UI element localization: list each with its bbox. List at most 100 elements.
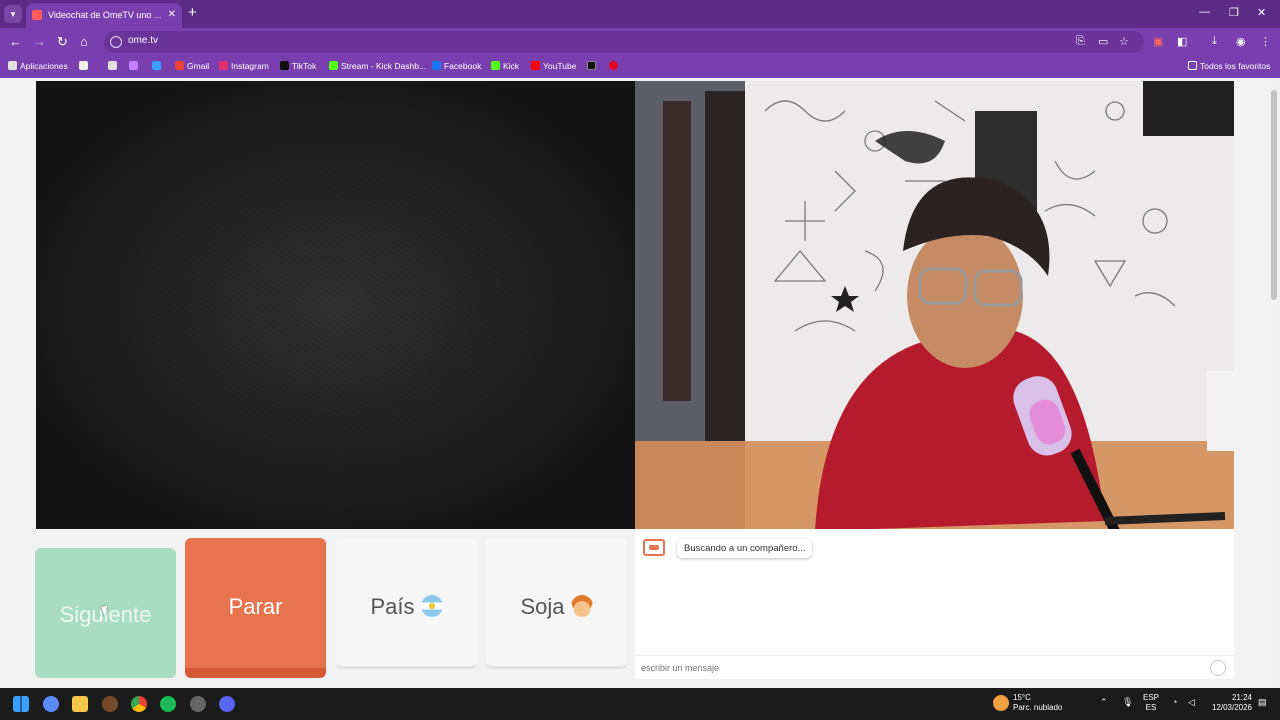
chrome-icon[interactable] — [131, 696, 147, 712]
back-icon[interactable]: ← — [9, 34, 22, 50]
facebook-icon — [432, 61, 441, 70]
bookmark-star-icon[interactable]: ☆ — [1119, 35, 1129, 48]
windows-start-icon[interactable] — [13, 696, 29, 712]
spotify-icon[interactable] — [160, 696, 176, 712]
app-icon[interactable] — [102, 696, 118, 712]
restore-icon[interactable]: ❐ — [1229, 6, 1239, 19]
kick-icon — [491, 61, 500, 70]
gender-filter-button[interactable]: Soja — [486, 538, 627, 669]
chat-input-area — [635, 655, 1234, 679]
bookmark-x[interactable] — [587, 61, 599, 71]
page-scrollbar[interactable] — [1268, 78, 1280, 688]
kick-icon — [329, 61, 338, 70]
bookmarks-bar: Aplicaciones Gmail Instagram TikTok Stre… — [0, 56, 1280, 78]
bookmark-edge[interactable] — [152, 61, 164, 71]
reload-icon[interactable]: ↻ — [57, 34, 68, 50]
clock-date: 12/03/2026 — [1211, 703, 1252, 712]
photo-icon — [108, 61, 117, 70]
bookmark-kick-dashboard[interactable]: Stream - Kick Dashb... — [329, 61, 426, 71]
emoji-icon[interactable] — [1210, 660, 1226, 676]
address-bar[interactable]: ome.tv — [104, 31, 1144, 53]
copilot-icon[interactable] — [43, 696, 59, 712]
chat-message-input[interactable] — [641, 659, 1201, 677]
minimize-icon[interactable]: — — [1199, 6, 1210, 18]
bookmark-tiktok[interactable]: TikTok — [280, 61, 316, 71]
bookmark-gmail[interactable]: Gmail — [175, 61, 209, 71]
browser-toolbar: ← → ↻ ⌂ ome.tv ⎘ ▭ ☆ ▣ ◧ ⤓ ◉ ⋮ — [0, 28, 1280, 56]
close-window-icon[interactable]: ✕ — [1257, 6, 1266, 19]
discord-icon[interactable] — [219, 696, 235, 712]
bookmark-hub[interactable] — [129, 61, 141, 71]
show-hidden-icons-icon[interactable]: ⌃ — [1100, 697, 1108, 708]
bookmark-apps[interactable]: Aplicaciones — [8, 61, 68, 71]
home-icon[interactable]: ⌂ — [80, 34, 88, 50]
edge-icon — [152, 61, 161, 70]
translate-icon[interactable]: ⎘ — [1076, 35, 1085, 48]
folder-icon — [1188, 61, 1197, 70]
gmail-icon — [175, 61, 184, 70]
new-tab-button[interactable]: + — [188, 4, 197, 22]
system-clock[interactable]: 21:24 12/03/2026 — [1208, 693, 1252, 713]
apps-grid-icon — [8, 61, 17, 70]
tab-title: Videochat de OmeTV uno ... — [48, 10, 162, 20]
file-explorer-icon[interactable] — [72, 696, 88, 712]
searching-partner-message: Buscando a un compañero... — [677, 539, 813, 558]
argentina-flag-icon — [420, 595, 443, 617]
weather-description: Parc. nublado — [1013, 703, 1063, 712]
browser-tab-bar: ▾ Videochat de OmeTV uno ... ✕ + — ❐ ✕ — [0, 0, 1280, 28]
country-button-label: País — [370, 594, 415, 619]
notifications-icon[interactable]: ▤ — [1258, 697, 1267, 708]
youtube-icon — [531, 61, 540, 70]
chat-panel: Buscando a un compañero... — [635, 529, 1234, 679]
download-icon[interactable]: ⤓ — [1212, 35, 1217, 48]
hub-icon — [129, 61, 138, 70]
language-indicator[interactable]: ESP ES — [1143, 693, 1159, 713]
ometv-page: Siguiente Parar País Soja Buscando a un … — [0, 78, 1280, 688]
profile-avatar-icon[interactable]: ◉ — [1236, 35, 1246, 48]
menu-kebab-icon[interactable]: ⋮ — [1260, 35, 1271, 48]
pdf-extension-icon[interactable]: ▣ — [1153, 35, 1163, 48]
tab-search-button[interactable]: ▾ — [4, 5, 22, 23]
ometv-logo-icon — [643, 539, 665, 556]
stop-button[interactable]: Parar — [185, 538, 326, 678]
obs-icon[interactable] — [190, 696, 206, 712]
forward-icon[interactable]: → — [33, 34, 46, 50]
bookmark-facebook[interactable]: Facebook — [432, 61, 481, 71]
bookmark-photo[interactable] — [108, 61, 120, 71]
extensions-icon[interactable]: ◧ — [1177, 35, 1187, 48]
bookmark-pinterest[interactable] — [609, 61, 621, 71]
clock-time: 21:24 — [1231, 693, 1252, 702]
own-webcam-video — [635, 81, 1234, 529]
bookmark-kick[interactable]: Kick — [491, 61, 519, 71]
instagram-icon — [219, 61, 228, 70]
scrollbar-thumb[interactable] — [1271, 90, 1277, 300]
site-info-icon[interactable] — [110, 36, 122, 48]
country-filter-button[interactable]: País — [336, 538, 477, 669]
bookmark-grid[interactable] — [79, 61, 91, 71]
cast-icon[interactable]: ▭ — [1098, 35, 1108, 48]
url-text: ome.tv — [128, 35, 159, 46]
weather-icon[interactable] — [993, 695, 1009, 711]
wifi-icon[interactable]: ◔ — [1172, 697, 1177, 707]
bookmark-youtube[interactable]: YouTube — [531, 61, 576, 71]
stop-button-label: Parar — [228, 594, 283, 619]
volume-icon[interactable]: ◁ — [1188, 697, 1195, 708]
ometv-favicon-icon — [32, 10, 42, 20]
all-bookmarks[interactable]: Todos los favoritos — [1188, 61, 1270, 71]
pinterest-icon — [609, 61, 618, 70]
close-tab-icon[interactable]: ✕ — [168, 3, 176, 27]
x-icon — [587, 61, 596, 70]
browser-tab[interactable]: Videochat de OmeTV uno ... ✕ — [26, 3, 182, 28]
tiktok-icon — [280, 61, 289, 70]
boy-face-icon — [570, 595, 593, 617]
weather-widget[interactable]: 15°C Parc. nublado — [1013, 693, 1062, 713]
gender-button-label: Soja — [520, 594, 565, 619]
webcam-scene-image — [635, 81, 1234, 529]
weather-temperature: 15°C — [1013, 693, 1031, 702]
stranger-video-static — [36, 81, 635, 529]
microphone-icon[interactable]: 🎙 — [1122, 697, 1133, 708]
windows-taskbar: 15°C Parc. nublado ⌃ 🎙 ESP ES ◔ ◁ 21:24 … — [0, 688, 1280, 720]
next-button[interactable]: Siguiente — [35, 548, 176, 678]
bookmark-instagram[interactable]: Instagram — [219, 61, 269, 71]
grid-icon — [79, 61, 88, 70]
